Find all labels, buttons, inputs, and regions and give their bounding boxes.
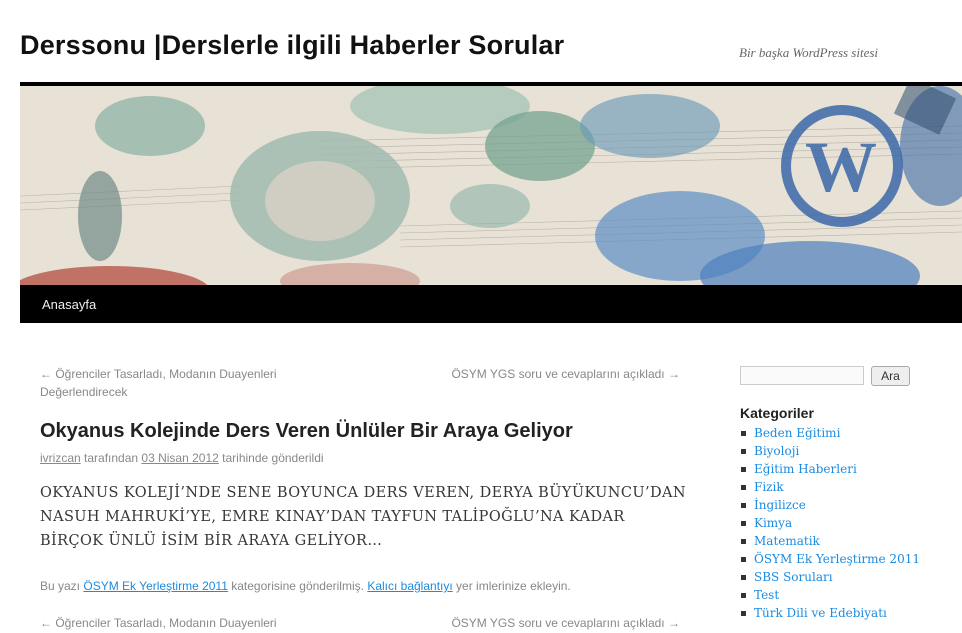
nav-item-home[interactable]: Anasayfa — [42, 297, 96, 312]
next-post-link[interactable]: ÖSYM YGS soru ve cevaplarını açıkladı → — [420, 365, 680, 383]
post-summary: OKYANUS KOLEJİ’NDE SENE BOYUNCA DERS VER… — [40, 485, 686, 549]
category-link[interactable]: Biyoloji — [754, 444, 799, 458]
post-meta: ivrizcan tarafından 03 Nisan 2012 tarihi… — [40, 451, 324, 465]
list-item: Fizik — [740, 478, 920, 496]
category-link[interactable]: Fizik — [754, 480, 784, 494]
arrow-left-icon: ← — [40, 616, 52, 630]
bullet-icon — [741, 575, 746, 580]
bullet-icon — [741, 611, 746, 616]
category-link[interactable]: İngilizce — [754, 498, 806, 512]
bullet-icon — [741, 521, 746, 526]
post-date-link[interactable]: 03 Nisan 2012 — [141, 451, 218, 465]
post-by-text: tarafından — [84, 451, 139, 465]
bullet-icon — [741, 557, 746, 562]
categories-list: Beden Eğitimi Biyoloji Eğitim Haberleri … — [740, 424, 920, 622]
next-post-title-bottom[interactable]: ÖSYM YGS soru ve cevaplarını açıkladı — [451, 616, 664, 630]
footer-middle: kategorisine gönderilmiş. — [231, 579, 364, 593]
previous-post-link-bottom[interactable]: ← Öğrenciler Tasarladı, Modanın Duayenle… — [40, 614, 310, 632]
footer-prefix: Bu yazı — [40, 579, 81, 593]
post-posted-text: tarihinde gönderildi — [222, 451, 324, 465]
list-item: Matematik — [740, 532, 920, 550]
search-input[interactable] — [740, 366, 864, 385]
bullet-icon — [741, 431, 746, 436]
footer-suffix: yer imlerinize ekleyin. — [456, 579, 571, 593]
bullet-icon — [741, 593, 746, 598]
bullet-icon — [741, 467, 746, 472]
category-link[interactable]: Matematik — [754, 534, 820, 548]
svg-text:W: W — [805, 127, 877, 207]
next-post-title[interactable]: ÖSYM YGS soru ve cevaplarını açıkladı — [451, 367, 664, 381]
site-title[interactable]: Derssonu |Derslerle ilgili Haberler Soru… — [20, 30, 564, 61]
post-author-link[interactable]: ivrizcan — [40, 451, 81, 465]
list-item: İngilizce — [740, 496, 920, 514]
list-item: Kimya — [740, 514, 920, 532]
list-item: Beden Eğitimi — [740, 424, 920, 442]
bullet-icon — [741, 449, 746, 454]
bullet-icon — [741, 503, 746, 508]
category-link[interactable]: Kimya — [754, 516, 792, 530]
category-link[interactable]: SBS Soruları — [754, 570, 833, 584]
post-title[interactable]: Okyanus Kolejinde Ders Veren Ünlüler Bir… — [40, 420, 573, 443]
site-description: Bir başka WordPress sitesi — [739, 45, 879, 60]
bullet-icon — [741, 539, 746, 544]
list-item: Türk Dili ve Edebiyatı — [740, 604, 920, 622]
previous-post-title[interactable]: Öğrenciler Tasarladı, Modanın Duayenleri… — [40, 367, 277, 399]
permalink-link[interactable]: Kalıcı bağlantıyı — [367, 579, 452, 593]
list-item: Biyoloji — [740, 442, 920, 460]
next-post-link-bottom[interactable]: ÖSYM YGS soru ve cevaplarını açıkladı → — [420, 614, 680, 632]
category-link[interactable]: Beden Eğitimi — [754, 426, 840, 440]
bullet-icon — [741, 485, 746, 490]
previous-post-title-bottom[interactable]: Öğrenciler Tasarladı, Modanın Duayenleri — [55, 616, 276, 630]
arrow-left-icon: ← — [40, 367, 52, 381]
category-link[interactable]: ÖSYM Ek Yerleştirme 2011 — [754, 552, 920, 566]
header-banner-image[interactable]: W — [20, 86, 962, 285]
post-category-link[interactable]: ÖSYM Ek Yerleştirme 2011 — [83, 579, 228, 593]
list-item: Test — [740, 586, 920, 604]
list-item: ÖSYM Ek Yerleştirme 2011 — [740, 550, 920, 568]
category-link[interactable]: Eğitim Haberleri — [754, 462, 857, 476]
category-link[interactable]: Türk Dili ve Edebiyatı — [754, 606, 887, 620]
list-item: Eğitim Haberleri — [740, 460, 920, 478]
post-footer: Bu yazı ÖSYM Ek Yerleştirme 2011 kategor… — [40, 579, 571, 593]
arrow-right-icon: → — [668, 616, 680, 630]
main-navigation: Anasayfa — [20, 285, 962, 323]
previous-post-link[interactable]: ← Öğrenciler Tasarladı, Modanın Duayenle… — [40, 365, 310, 401]
category-link[interactable]: Test — [754, 588, 779, 602]
search-button[interactable]: Ara — [871, 366, 910, 386]
arrow-right-icon: → — [668, 367, 680, 381]
list-item: SBS Soruları — [740, 568, 920, 586]
categories-title: Kategoriler — [740, 405, 814, 421]
